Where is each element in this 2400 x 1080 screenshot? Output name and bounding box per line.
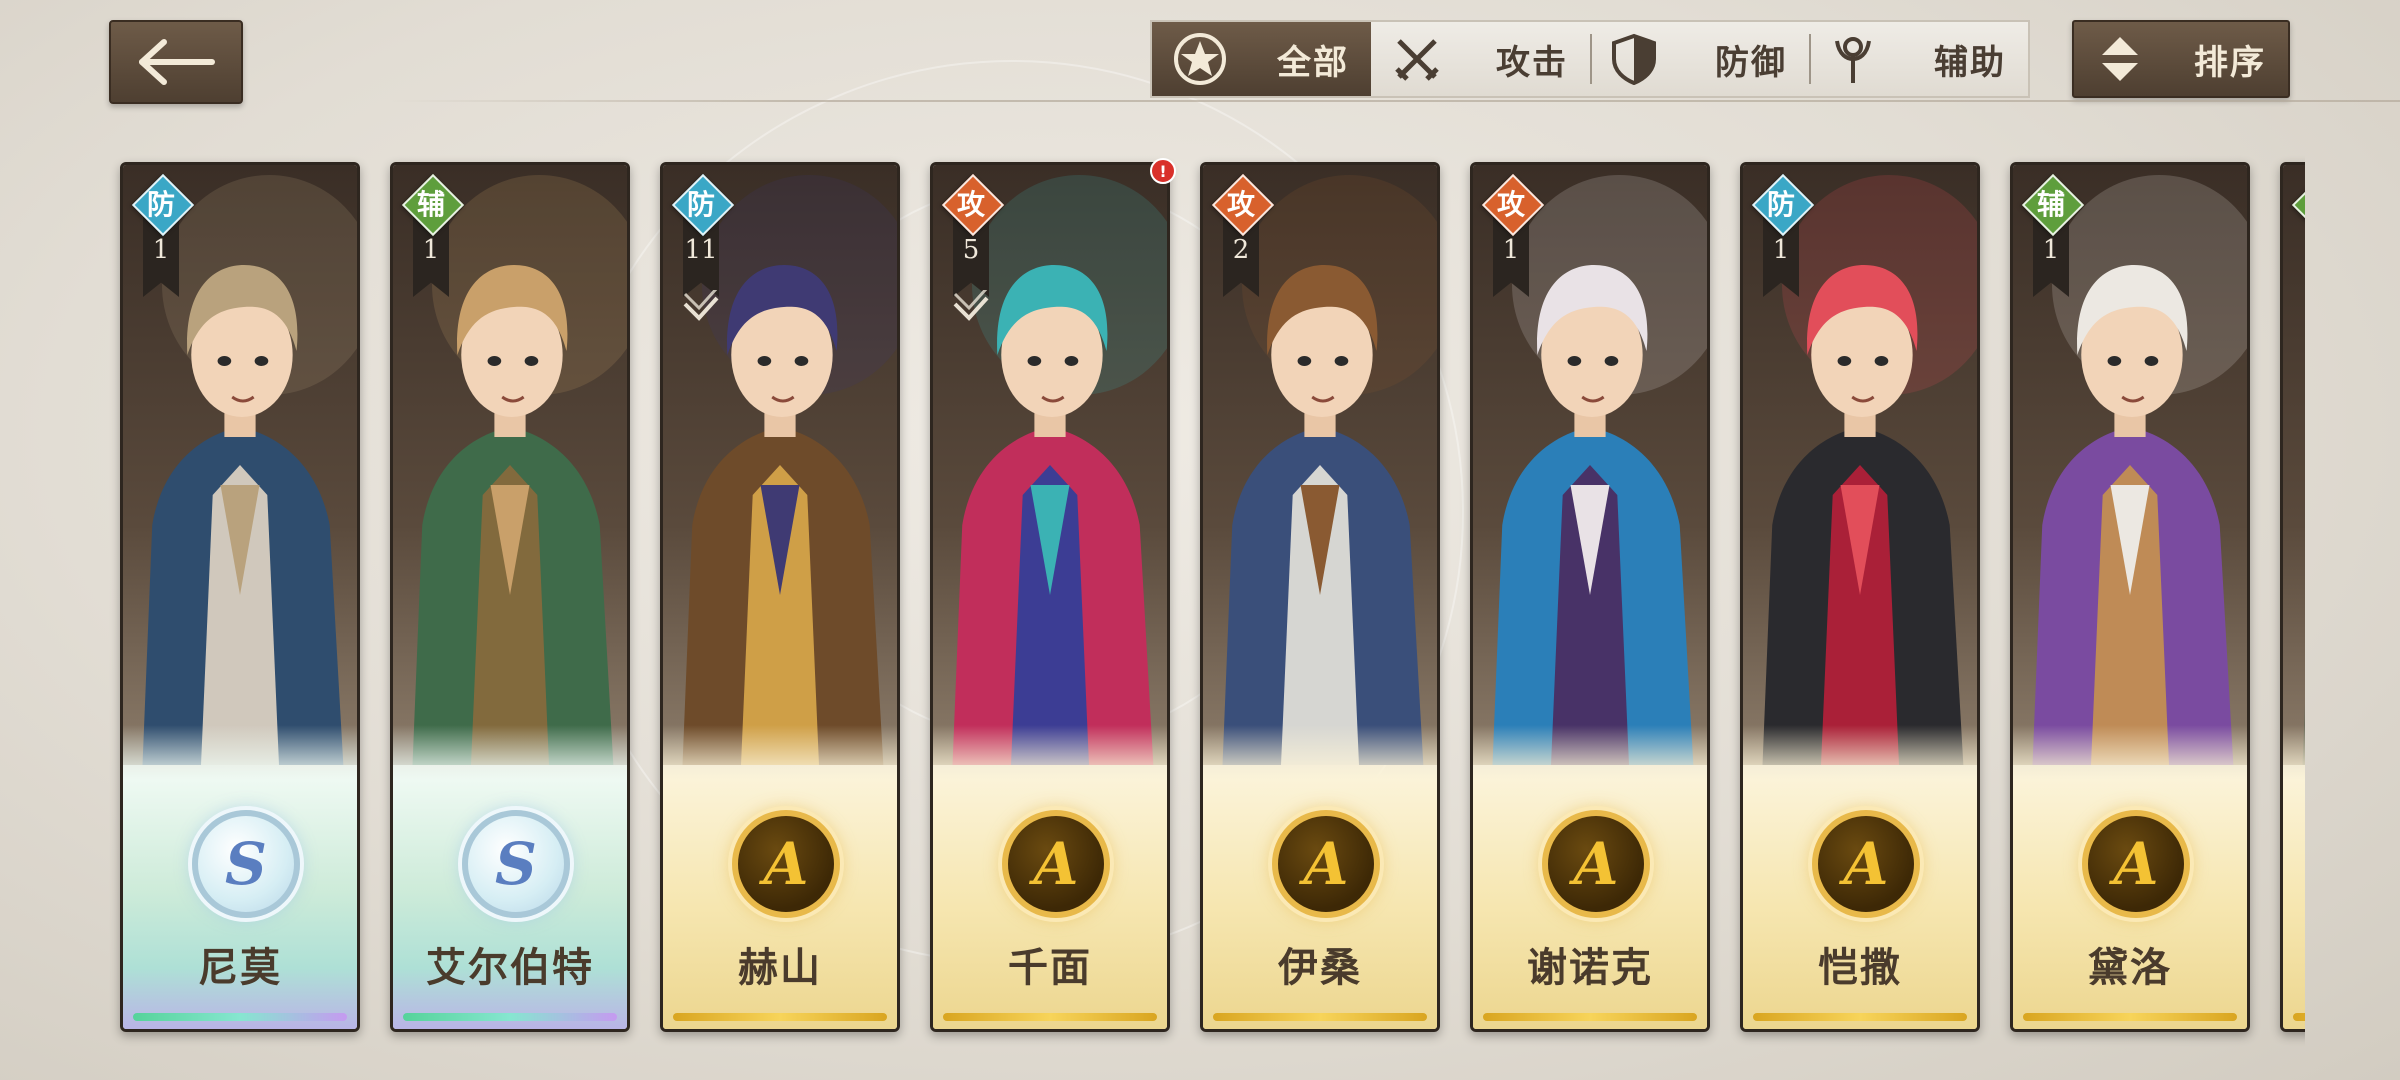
role-tag: 攻 <box>1483 175 1539 231</box>
character-name: 千面 <box>1008 945 1092 991</box>
role-label: 攻 <box>1496 188 1525 221</box>
rank-letter: A <box>1303 830 1349 898</box>
role-tag: 辅 <box>2293 175 2305 231</box>
notification-dot: ! <box>1150 158 1176 184</box>
card-rarity-bar <box>403 1013 617 1021</box>
card-rarity-bar <box>133 1013 347 1021</box>
character-card[interactable]: 防 1 S 尼莫 <box>120 162 360 1032</box>
role-label: 攻 <box>956 188 985 221</box>
character-card[interactable]: 防 11 A 赫山 <box>660 162 900 1032</box>
rank-letter: A <box>1843 830 1889 898</box>
role-label: 防 <box>686 188 715 221</box>
character-card[interactable]: 辅 1 A 黛洛 <box>2010 162 2250 1032</box>
rank-badge: A <box>1542 810 1650 918</box>
character-card[interactable]: 攻 2 A 伊桑 <box>1200 162 1440 1032</box>
character-portrait <box>2283 165 2305 765</box>
card-rarity-bar <box>2023 1013 2237 1021</box>
rank-badge: A <box>732 810 840 918</box>
role-tag: 防 <box>133 175 189 231</box>
character-card[interactable]: 攻 5 A 千面 <box>930 162 1170 1032</box>
role-tag: 攻 <box>1213 175 1269 231</box>
rank-letter: S <box>495 830 537 898</box>
role-tag: 攻 <box>943 175 999 231</box>
character-card[interactable]: 辅 A <box>2280 162 2305 1032</box>
rank-badge: A <box>2082 810 2190 918</box>
card-rarity-bar <box>1753 1013 1967 1021</box>
character-name: 伊桑 <box>1278 945 1362 991</box>
rank-badge: S <box>462 810 570 918</box>
character-name: 赫山 <box>738 945 822 991</box>
check-icon <box>953 290 989 321</box>
role-label: 辅 <box>416 188 445 221</box>
character-name: 艾尔伯特 <box>426 945 594 991</box>
card-rarity-bar <box>1213 1013 1427 1021</box>
card-rarity-bar <box>1483 1013 1697 1021</box>
role-label: 辅 <box>2036 188 2065 221</box>
role-tag: 防 <box>1753 175 1809 231</box>
character-card[interactable]: 辅 1 S 艾尔伯特 <box>390 162 630 1032</box>
role-label: 防 <box>1766 188 1795 221</box>
rank-badge: S <box>192 810 300 918</box>
rank-letter: S <box>225 830 267 898</box>
card-footer <box>2283 725 2305 1029</box>
role-tag: 防 <box>673 175 729 231</box>
rank-letter: A <box>1573 830 1619 898</box>
character-name: 黛洛 <box>2088 945 2172 991</box>
rank-badge: A <box>1812 810 1920 918</box>
character-name: 恺撒 <box>1818 945 1902 991</box>
character-name: 尼莫 <box>198 945 282 991</box>
rank-badge: A <box>1272 810 1380 918</box>
card-rarity-bar <box>673 1013 887 1021</box>
check-icon <box>683 290 719 321</box>
rank-letter: A <box>763 830 809 898</box>
card-rarity-bar <box>943 1013 1157 1021</box>
role-label: 攻 <box>1226 188 1255 221</box>
card-rarity-bar <box>2293 1013 2305 1021</box>
role-tag: 辅 <box>2023 175 2079 231</box>
role-tag: 辅 <box>403 175 459 231</box>
role-label: 防 <box>146 188 175 221</box>
rank-badge: A <box>1002 810 1110 918</box>
character-name: 谢诺克 <box>1527 945 1653 991</box>
character-card[interactable]: 攻 1 A 谢诺克 <box>1470 162 1710 1032</box>
character-card[interactable]: 防 1 A 恺撒 <box>1740 162 1980 1032</box>
rank-letter: A <box>2113 830 2159 898</box>
rank-letter: A <box>1033 830 1079 898</box>
